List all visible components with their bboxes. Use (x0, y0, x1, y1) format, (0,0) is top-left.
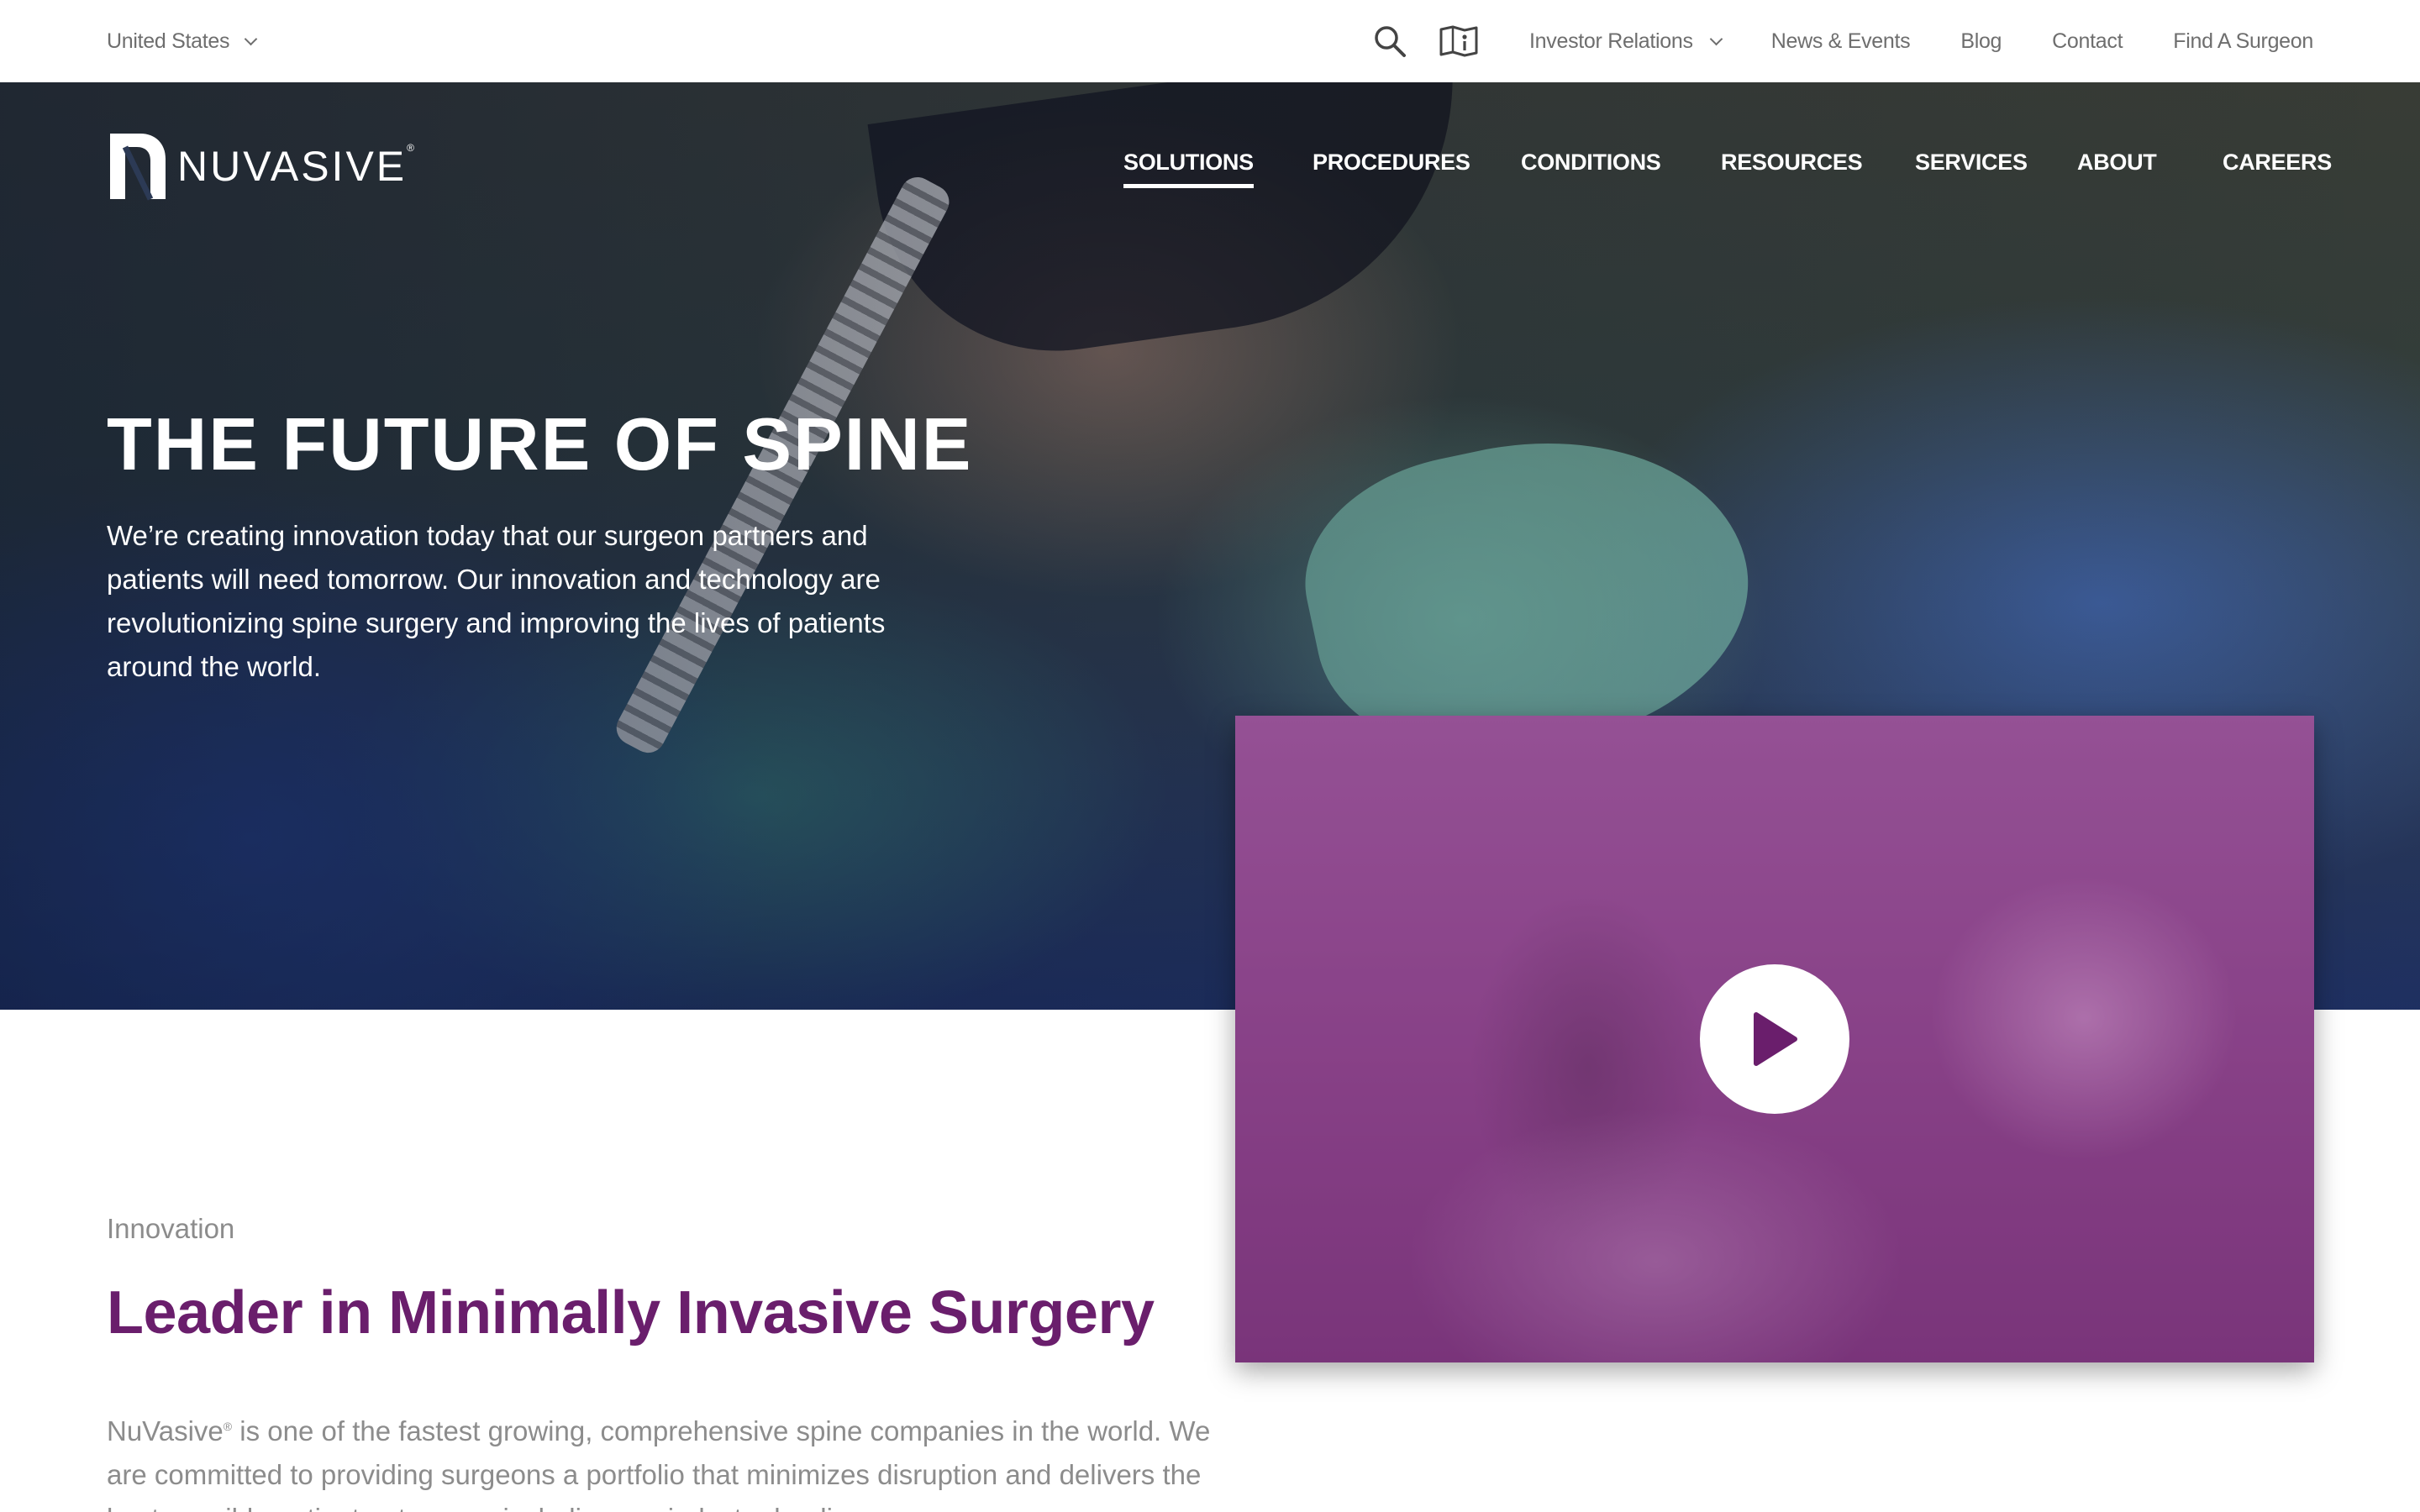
utility-links: Investor Relations News & Events Blog Co… (1368, 19, 2313, 63)
nav-services[interactable]: SERVICES (1915, 150, 2028, 184)
video-card[interactable] (1235, 716, 2314, 1362)
find-a-surgeon-link[interactable]: Find A Surgeon (2173, 29, 2313, 54)
region-label: United States (107, 29, 230, 53)
brand-name: NuVasive (107, 1415, 224, 1446)
section-eyebrow: Innovation (107, 1213, 235, 1244)
nav-conditions[interactable]: CONDITIONS (1521, 150, 1661, 184)
investor-relations-link[interactable]: Investor Relations (1529, 29, 1723, 54)
chevron-down-icon (244, 32, 258, 45)
region-selector[interactable]: United States (107, 29, 258, 54)
play-icon (1754, 1012, 1797, 1066)
section-body-text: is one of the fastest growing, comprehen… (107, 1415, 1211, 1512)
nav-about[interactable]: ABOUT (2077, 150, 2157, 184)
nav-solutions[interactable]: SOLUTIONS (1123, 150, 1254, 188)
nav-resources[interactable]: RESOURCES (1721, 150, 1863, 184)
nav-procedures[interactable]: PROCEDURES (1313, 150, 1470, 184)
hero-title: THE FUTURE OF SPINE (107, 402, 973, 486)
map-info-icon[interactable] (1437, 19, 1481, 63)
investor-relations-label: Investor Relations (1529, 29, 1693, 53)
news-events-link[interactable]: News & Events (1771, 29, 1911, 54)
section-body: NuVasive® is one of the fastest growing,… (107, 1404, 1224, 1512)
hero-description: We’re creating innovation today that our… (107, 520, 886, 682)
utility-bar: United States Investor Relations News & … (0, 0, 2420, 82)
nav-careers[interactable]: CAREERS (2223, 150, 2332, 184)
search-icon[interactable] (1368, 19, 1412, 63)
blog-link[interactable]: Blog (1960, 29, 2002, 54)
registered-mark: ® (223, 1420, 233, 1433)
section-title: Leader in Minimally Invasive Surgery (107, 1279, 1155, 1347)
contact-link[interactable]: Contact (2052, 29, 2123, 54)
chevron-down-icon (1709, 32, 1723, 45)
play-button[interactable] (1700, 964, 1849, 1114)
main-nav: SOLUTIONS PROCEDURES CONDITIONS RESOURCE… (0, 150, 2420, 188)
